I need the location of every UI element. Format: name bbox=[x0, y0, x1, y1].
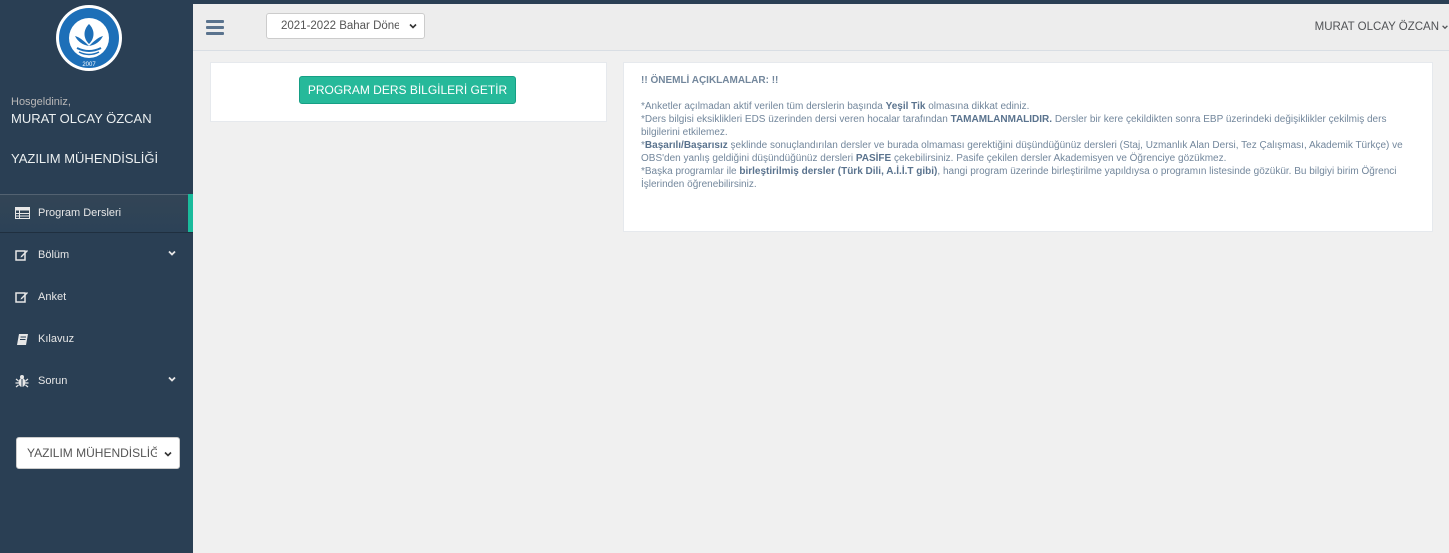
hamburger-menu-icon[interactable] bbox=[206, 20, 224, 36]
sidebar-department: YAZILIM MÜHENDİSLİĞİ bbox=[11, 151, 159, 166]
sidebar-item-program-dersleri[interactable]: Program Dersleri bbox=[0, 194, 193, 232]
chevron-down-icon bbox=[167, 374, 179, 386]
sidebar-item-kilavuz[interactable]: Kılavuz bbox=[0, 320, 193, 358]
sidebar-item-label: Program Dersleri bbox=[38, 207, 122, 219]
term-select-value: 2021-2022 Bahar Dönemi bbox=[281, 20, 399, 32]
sidebar-item-bolum[interactable]: Bölüm bbox=[0, 236, 193, 274]
sidebar-item-label: Sorun bbox=[38, 375, 68, 387]
edit-icon bbox=[14, 247, 30, 263]
user-menu[interactable]: MURAT OLCAY ÖZCAN bbox=[1315, 21, 1449, 33]
term-select[interactable]: 2021-2022 Bahar Dönemi bbox=[266, 13, 425, 39]
top-navbar: 2021-2022 Bahar Dönemi MURAT OLCAY ÖZCAN bbox=[193, 4, 1449, 51]
sidebar-item-label: Bölüm bbox=[38, 249, 70, 261]
note-item: *Başarılı/Başarısız şeklinde sonuçlandır… bbox=[641, 140, 1403, 164]
note-item: *Anketler açılmadan aktif verilen tüm de… bbox=[641, 101, 1030, 112]
notes-title: !! ÖNEMLİ AÇIKLAMALAR: !! bbox=[641, 75, 779, 86]
department-select[interactable]: YAZILIM MÜHENDİSLİĞİ bbox=[16, 437, 180, 469]
chevron-down-icon bbox=[408, 21, 418, 34]
university-logo: 2007 bbox=[47, 4, 131, 80]
bug-icon bbox=[14, 373, 30, 389]
chevron-down-icon bbox=[163, 448, 173, 462]
department-select-value: YAZILIM MÜHENDİSLİĞİ bbox=[27, 446, 157, 460]
fetch-program-courses-button[interactable]: PROGRAM DERS BİLGİLERİ GETİR bbox=[299, 76, 516, 104]
sidebar-item-anket[interactable]: Anket bbox=[0, 278, 193, 316]
table-icon bbox=[14, 205, 30, 221]
fetch-panel: PROGRAM DERS BİLGİLERİ GETİR bbox=[210, 62, 607, 122]
chevron-down-icon bbox=[1441, 23, 1449, 31]
sidebar: 2007 Hosgeldiniz, MURAT OLCAY ÖZCAN YAZI… bbox=[0, 4, 193, 553]
sidebar-menu: Program Dersleri Bölüm Anket Kılavuz Sor… bbox=[0, 194, 193, 404]
chevron-down-icon bbox=[167, 248, 179, 260]
important-notes-panel: !! ÖNEMLİ AÇIKLAMALAR: !! *Anketler açıl… bbox=[623, 62, 1433, 232]
svg-text:2007: 2007 bbox=[82, 62, 96, 68]
sidebar-item-sorun[interactable]: Sorun bbox=[0, 362, 193, 400]
user-menu-name: MURAT OLCAY ÖZCAN bbox=[1314, 21, 1439, 33]
welcome-text: Hosgeldiniz, bbox=[11, 96, 71, 108]
edit-icon bbox=[14, 289, 30, 305]
sidebar-item-label: Kılavuz bbox=[38, 333, 75, 345]
sidebar-user-name: MURAT OLCAY ÖZCAN bbox=[11, 111, 152, 126]
note-item: *Ders bilgisi eksiklikleri EDS üzerinden… bbox=[641, 114, 1387, 138]
sidebar-item-label: Anket bbox=[38, 291, 67, 303]
book-icon bbox=[14, 331, 30, 347]
note-item: *Başka programlar ile birleştirilmiş der… bbox=[641, 166, 1397, 190]
notes-body: *Anketler açılmadan aktif verilen tüm de… bbox=[641, 100, 1426, 191]
